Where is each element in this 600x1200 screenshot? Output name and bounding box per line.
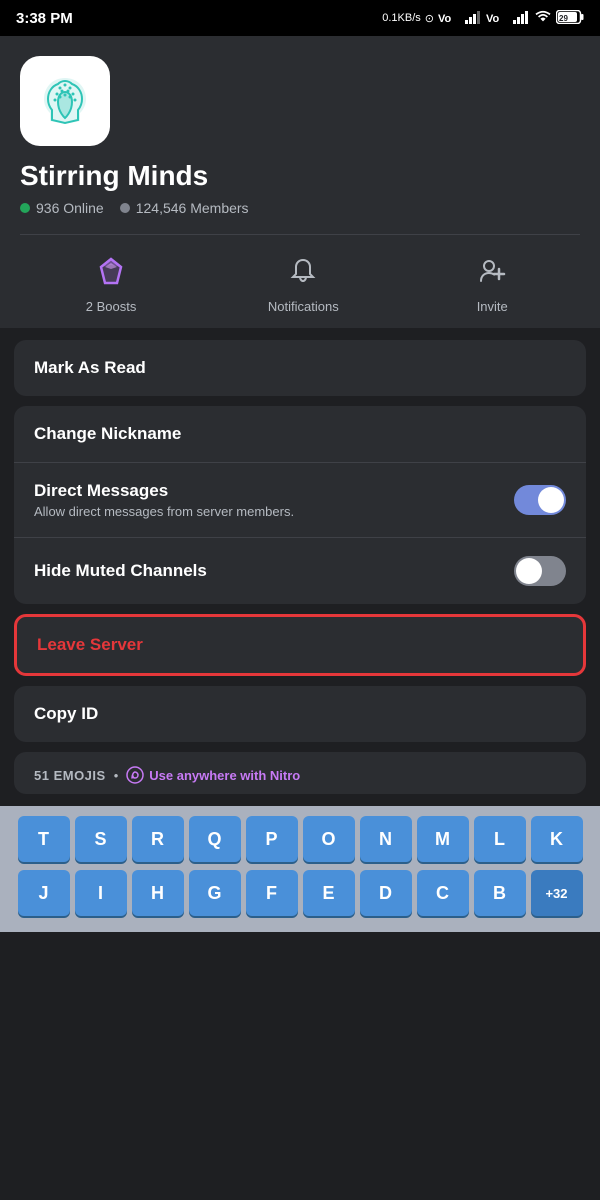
key-R[interactable]: R [132,816,184,862]
keyboard-row-1: T S R Q P O N M L K [4,816,596,862]
emojis-count: 51 EMOJIS [34,768,106,783]
key-more[interactable]: +32 [531,870,583,916]
status-time: 3:38 PM [16,10,73,27]
server-stats: 936 Online 124,546 Members [20,200,580,216]
invite-label: Invite [477,299,508,314]
change-nickname-label: Change Nickname [34,424,181,444]
key-Q[interactable]: Q [189,816,241,862]
settings-card: Change Nickname Direct Messages Allow di… [14,406,586,604]
boosts-action[interactable]: 2 Boosts [86,249,137,314]
key-O[interactable]: O [303,816,355,862]
bell-icon [281,249,325,293]
toggle-knob-dm [538,487,564,513]
invite-icon [470,249,514,293]
mark-as-read-item[interactable]: Mark As Read [14,340,586,396]
direct-messages-text: Direct Messages Allow direct messages fr… [34,481,294,519]
network-speed: 0.1KB/s [382,12,421,24]
online-count: 936 Online [20,200,104,216]
key-S[interactable]: S [75,816,127,862]
online-dot [20,203,30,213]
key-H[interactable]: H [132,870,184,916]
wifi-icon [534,10,552,27]
leave-server-card: Leave Server [14,614,586,676]
action-bar: 2 Boosts Notifications [20,234,580,328]
nitro-badge[interactable]: Use anywhere with Nitro [126,766,300,784]
nitro-text: Use anywhere with Nitro [149,768,300,783]
header-area: Stirring Minds 936 Online 124,546 Member… [0,36,600,328]
emojis-header: 51 EMOJIS • Use anywhere with Nitro [14,752,586,794]
copy-id-card: Copy ID [14,686,586,742]
lte-icon: Vo [438,10,460,27]
key-F[interactable]: F [246,870,298,916]
svg-text:29: 29 [559,14,568,23]
direct-messages-label: Direct Messages [34,481,294,501]
mark-as-read-label: Mark As Read [34,358,146,378]
key-T[interactable]: T [18,816,70,862]
key-N[interactable]: N [360,816,412,862]
key-L[interactable]: L [474,816,526,862]
invite-action[interactable]: Invite [470,249,514,314]
svg-text:Vo: Vo [486,13,500,24]
clock-icon: ⊙ [425,12,434,25]
direct-messages-item[interactable]: Direct Messages Allow direct messages fr… [14,463,586,538]
key-G[interactable]: G [189,870,241,916]
keyboard: T S R Q P O N M L K J I H G F E D C B +3… [0,806,600,932]
copy-id-item[interactable]: Copy ID [14,686,586,742]
direct-messages-toggle[interactable] [514,485,566,515]
content-area: Mark As Read Change Nickname Direct Mess… [0,328,600,806]
key-B[interactable]: B [474,870,526,916]
notifications-action[interactable]: Notifications [268,249,339,314]
member-count: 124,546 Members [120,200,249,216]
server-icon [20,56,110,146]
key-M[interactable]: M [417,816,469,862]
change-nickname-item[interactable]: Change Nickname [14,406,586,463]
copy-id-label: Copy ID [34,704,98,724]
hide-muted-label: Hide Muted Channels [34,561,207,581]
mark-as-read-card: Mark As Read [14,340,586,396]
leave-server-label: Leave Server [37,635,143,654]
key-D[interactable]: D [360,870,412,916]
battery-icon: 29 [556,10,584,27]
svg-text:Vo: Vo [438,13,452,24]
key-I[interactable]: I [75,870,127,916]
signal-bars-1 [464,10,482,27]
key-J[interactable]: J [18,870,70,916]
hide-muted-item[interactable]: Hide Muted Channels [14,538,586,604]
status-bar: 3:38 PM 0.1KB/s ⊙ Vo Vo [0,0,600,36]
keyboard-row-2: J I H G F E D C B +32 [4,870,596,916]
notifications-label: Notifications [268,299,339,314]
toggle-knob-muted [516,558,542,584]
boost-icon [89,249,133,293]
server-name: Stirring Minds [20,160,580,192]
leave-server-item[interactable]: Leave Server [17,617,583,673]
boosts-label: 2 Boosts [86,299,137,314]
emojis-separator: • [114,768,119,783]
lte-icon-2: Vo [486,10,508,27]
direct-messages-sub: Allow direct messages from server member… [34,504,294,519]
key-E[interactable]: E [303,870,355,916]
signal-bars-2 [512,10,530,27]
members-dot [120,203,130,213]
key-K[interactable]: K [531,816,583,862]
emojis-section: 51 EMOJIS • Use anywhere with Nitro [14,752,586,794]
key-C[interactable]: C [417,870,469,916]
key-P[interactable]: P [246,816,298,862]
status-icons: 0.1KB/s ⊙ Vo Vo [382,10,584,27]
hide-muted-toggle[interactable] [514,556,566,586]
